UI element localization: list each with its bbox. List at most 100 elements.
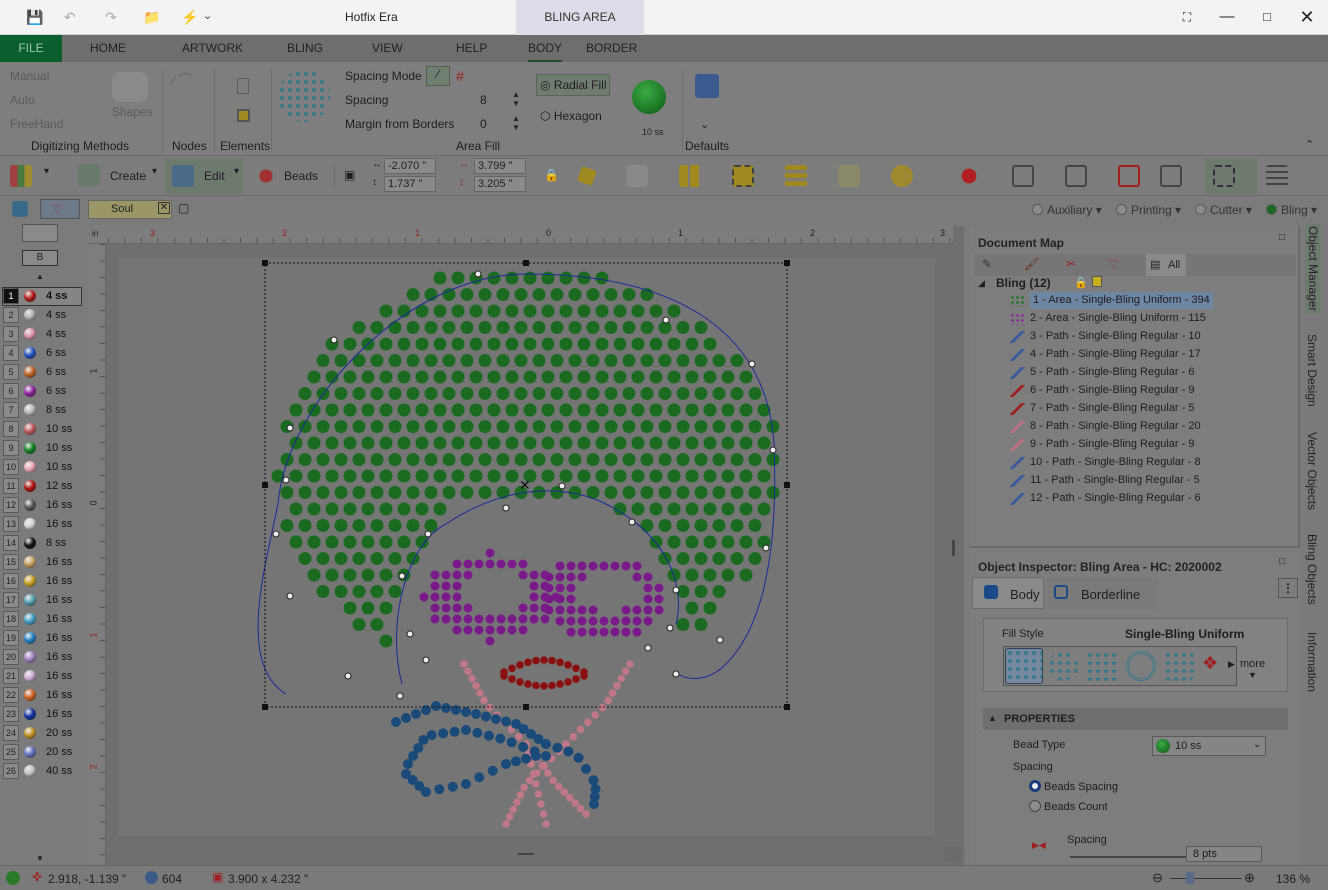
object-tree-icon[interactable] [12,201,28,217]
margin-spinner-icon[interactable]: ▲ ▼ [512,114,520,132]
tab-help[interactable]: HELP [456,35,487,62]
beads-button[interactable]: Beads [284,169,318,183]
palette-b-button[interactable]: B [22,250,58,266]
spacing-mode-count-icon[interactable]: # [456,68,464,84]
redo-icon[interactable]: ↷ [105,9,117,26]
maximize-button[interactable]: □ [1255,6,1279,28]
freehand-option[interactable]: FreeHand [10,117,63,131]
minimize-button[interactable]: — [1215,6,1239,28]
document-map-item[interactable]: 9 - Path - Single-Bling Regular - 9 [1030,436,1194,453]
tree-group-bling[interactable]: Bling (12) [996,276,1051,290]
mode-bling[interactable]: Bling ▾ [1266,203,1317,217]
center-marker-icon[interactable]: ✕ [519,477,531,493]
palette-item[interactable]: 10 10 ss [2,458,82,477]
palette-item[interactable]: 25 20 ss [2,743,82,762]
tree-visibility-icon[interactable] [1092,276,1102,287]
side-tab-information[interactable]: Information [1305,632,1319,692]
document-map-item[interactable]: 2 - Area - Single-Bling Uniform - 115 [1030,310,1206,327]
undo-icon[interactable]: ↶ [64,9,76,26]
color-picker-icon[interactable] [958,165,980,187]
document-map-item[interactable]: 10 - Path - Single-Bling Regular - 8 [1030,454,1201,471]
align-icon[interactable] [785,165,807,187]
group-icon[interactable] [732,165,754,187]
palette-item[interactable]: 18 16 ss [2,610,82,629]
palette-item[interactable]: 17 16 ss [2,591,82,610]
spacing-input[interactable]: 8 pts [1186,846,1262,862]
tab-bling[interactable]: BLING [287,35,323,62]
fill-style-uniform-icon[interactable] [1005,648,1043,684]
beads-count-radio[interactable] [1029,800,1041,812]
palette-view-icon[interactable] [22,224,58,242]
duplicate-icon[interactable] [626,165,648,187]
zoom-slider-thumb[interactable] [1186,872,1194,884]
tab-border[interactable]: BORDER [586,35,637,62]
tab-artwork[interactable]: ARTWORK [182,35,243,62]
palette-item[interactable]: 7 8 ss [2,401,82,420]
shapes-icon[interactable] [112,72,148,102]
mode-cutter[interactable]: Cutter ▾ [1195,203,1252,217]
side-tab-bling-objects[interactable]: Bling Objects [1305,534,1319,605]
vertical-scroll-thumb[interactable] [952,540,955,556]
palette-item[interactable]: 23 16 ss [2,705,82,724]
palette-item[interactable]: 24 20 ss [2,724,82,743]
anchor-icon[interactable]: ▣ [344,168,355,182]
beads-spacing-radio[interactable] [1029,780,1041,792]
zoom-selection-icon[interactable] [1065,165,1087,187]
inspector-menu-icon[interactable]: ⋮ [1278,578,1298,598]
create-icon[interactable] [78,164,100,186]
qat-chevron-icon[interactable]: ⌄ [203,9,212,22]
palette-item[interactable]: 6 6 ss [2,382,82,401]
horizontal-scroll-thumb[interactable] [518,853,534,855]
palette-item[interactable]: 20 16 ss [2,648,82,667]
y-position-input[interactable]: 1.737 " [384,176,436,192]
new-tab-icon[interactable]: ▢ [178,201,189,215]
palette-item[interactable]: 14 8 ss [2,534,82,553]
palette-scroll-down-icon[interactable]: ▼ [36,854,44,863]
palette-item[interactable]: 12 16 ss [2,496,82,515]
defaults-icon[interactable] [695,74,719,98]
tab-file[interactable]: FILE [0,35,62,62]
tree-lock-icon[interactable]: 🔒 [1074,276,1088,289]
zoom-page-icon[interactable] [1160,165,1182,187]
pan-icon[interactable] [1118,165,1140,187]
margin-value[interactable]: 0 [480,117,487,131]
order-icon[interactable] [838,165,860,187]
document-map-item[interactable]: 6 - Path - Single-Bling Regular - 9 [1030,382,1194,399]
zoom-icon[interactable] [1012,165,1034,187]
zoom-fit-icon[interactable] [1213,165,1235,187]
spacing-spinner-icon[interactable]: ▲ ▼ [512,90,520,108]
filter-pencil-icon[interactable]: ✎ [982,257,992,271]
design-canvas[interactable]: ✕ [106,244,953,866]
defaults-chevron-icon[interactable]: ⌄ [700,118,709,131]
tab-home[interactable]: HOME [90,35,126,62]
filter-scissors-icon[interactable]: ✂ [1066,257,1076,271]
zoom-slider[interactable] [1170,878,1242,879]
palette-scroll-up-icon[interactable]: ▲ [36,272,44,281]
fill-style-mixed-icon[interactable]: ❖ [1202,653,1226,679]
palette-item[interactable]: 5 6 ss [2,363,82,382]
width-input[interactable]: 3.799 " [474,158,526,174]
arrange-icon[interactable] [679,165,701,187]
zoom-in-icon[interactable]: ⊕ [1244,870,1255,886]
fill-color-icon[interactable] [577,166,597,186]
gallery-scroll-icon[interactable]: ▶ [1228,659,1235,670]
create-dropdown-icon[interactable]: ▾ [152,166,157,177]
lightning-icon[interactable]: ⚡ [181,9,198,26]
spacing-mode-line-icon[interactable]: ⁄ [426,66,450,86]
palette-item[interactable]: 2 4 ss [2,306,82,325]
properties-collapse-icon[interactable]: ▲ [988,713,997,723]
palette-item[interactable]: 22 16 ss [2,686,82,705]
tree-expand-icon[interactable]: ◢ [978,278,985,289]
mode-printing[interactable]: Printing ▾ [1116,203,1181,217]
auto-option[interactable]: Auto [10,93,35,107]
spacing-slider[interactable] [1070,856,1192,858]
shapes-button[interactable]: Shapes [112,105,153,119]
radial-fill-button[interactable]: ◎ Radial Fill [540,78,607,92]
fill-style-radial-icon[interactable] [1126,651,1156,681]
document-map-item[interactable]: 1 - Area - Single-Bling Uniform - 394 [1030,292,1213,309]
restore-layout-icon[interactable]: ⛶ [1175,6,1199,28]
side-tab-object-manager[interactable]: Object Manager [1305,224,1321,314]
element-icon[interactable] [237,78,249,94]
hexagon-button[interactable]: ⬡ Hexagon [540,109,602,123]
close-tab-icon[interactable]: ✕ [158,202,170,214]
